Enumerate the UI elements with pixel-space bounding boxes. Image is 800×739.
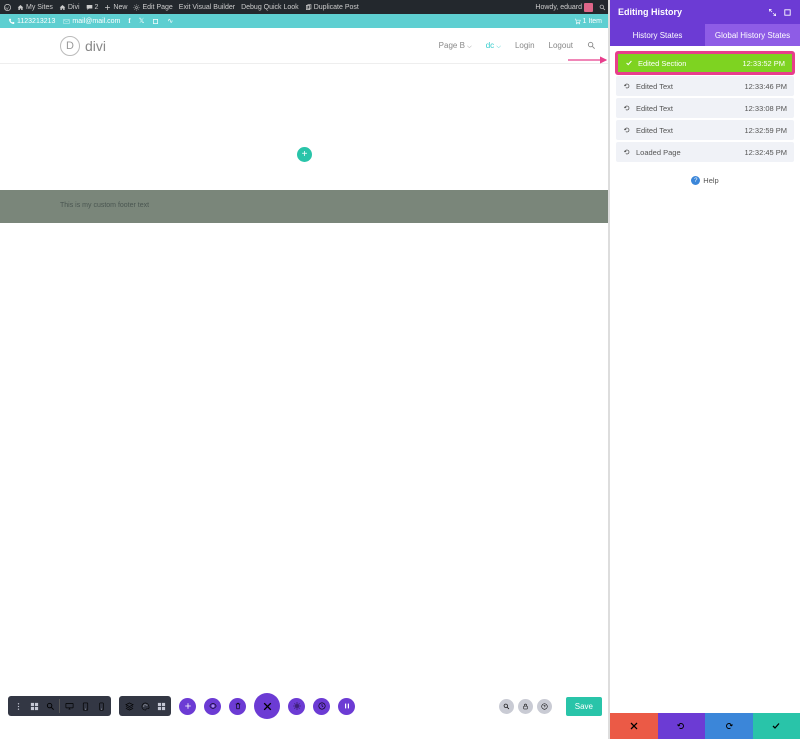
view-mode-group: [8, 696, 111, 716]
panel-title: Editing History: [618, 7, 682, 17]
instagram-icon[interactable]: [152, 18, 159, 25]
wireframe-view-button[interactable]: [27, 699, 41, 713]
lock-button[interactable]: [518, 699, 533, 714]
history-list: Edited Section 12:33:52 PM Edited Text 12:3…: [610, 46, 800, 168]
history-label: Edited Text: [636, 126, 673, 135]
settings-button[interactable]: [288, 698, 305, 715]
undo-button[interactable]: [658, 713, 706, 739]
confirm-button[interactable]: [753, 713, 800, 739]
find-button[interactable]: [499, 699, 514, 714]
tab-global-history-states[interactable]: Global History States: [705, 24, 800, 46]
undo-icon: [623, 104, 631, 112]
zoom-view-button[interactable]: [43, 699, 57, 713]
check-icon: [625, 59, 633, 67]
undo-icon: [623, 82, 631, 90]
cart-link[interactable]: 1 Item: [574, 18, 602, 25]
phone-info: 1123213213: [8, 18, 55, 25]
panel-tabs: History States Global History States: [610, 24, 800, 46]
email-info: mail@mail.com: [63, 18, 120, 25]
undo-icon: [623, 148, 631, 156]
layers-group: [119, 696, 171, 716]
pause-button[interactable]: [338, 698, 355, 715]
history-item[interactable]: Loaded Page 12:32:45 PM: [616, 142, 794, 162]
drag-handle-icon[interactable]: [11, 699, 25, 713]
comments-link[interactable]: 2: [86, 4, 99, 11]
primary-nav: Page B ⌵ dc ⌵ Login Logout: [439, 41, 596, 51]
layers-button[interactable]: [122, 699, 136, 713]
list-button[interactable]: [154, 699, 168, 713]
history-item[interactable]: Edited Text 12:33:08 PM: [616, 98, 794, 118]
duplicate-post-link[interactable]: Duplicate Post: [305, 4, 359, 11]
history-item[interactable]: Edited Text 12:33:46 PM: [616, 76, 794, 96]
history-time: 12:32:45 PM: [744, 148, 787, 157]
tablet-view-button[interactable]: [78, 699, 92, 713]
panel-header: Editing History: [610, 0, 800, 24]
undo-icon: [623, 126, 631, 134]
wp-admin-bar: My Sites Divi 2 New Edit Page Exit Visua…: [0, 0, 610, 14]
nav-login[interactable]: Login: [515, 41, 535, 50]
x-icon[interactable]: 𝕏: [139, 17, 145, 25]
nav-logout[interactable]: Logout: [549, 41, 573, 50]
site-link[interactable]: Divi: [59, 4, 80, 11]
site-header: D divi Page B ⌵ dc ⌵ Login Logout: [0, 28, 610, 64]
desktop-view-button[interactable]: [62, 699, 76, 713]
rss-icon[interactable]: ∿: [167, 17, 173, 25]
trash-button[interactable]: [229, 698, 246, 715]
nav-dc[interactable]: dc ⌵: [486, 41, 501, 51]
wp-logo-icon[interactable]: [4, 4, 11, 11]
mobile-view-button[interactable]: [94, 699, 108, 713]
builder-bottom-toolbar: Save: [0, 689, 610, 723]
history-item[interactable]: Edited Section 12:33:52 PM: [616, 52, 794, 74]
nav-search-icon[interactable]: [587, 41, 596, 50]
history-time: 12:33:08 PM: [744, 104, 787, 113]
logo-text: divi: [85, 38, 106, 54]
close-builder-button[interactable]: [254, 693, 280, 719]
annotation-arrow-icon: [566, 54, 610, 66]
snap-panel-icon[interactable]: [783, 8, 792, 17]
history-button[interactable]: [313, 698, 330, 715]
exit-vb-link[interactable]: Exit Visual Builder: [179, 4, 235, 11]
history-item[interactable]: Edited Text 12:32:59 PM: [616, 120, 794, 140]
footer-strip[interactable]: This is my custom footer text: [0, 190, 610, 223]
history-time: 12:32:59 PM: [744, 126, 787, 135]
avatar-icon: [584, 3, 593, 12]
history-time: 12:33:46 PM: [744, 82, 787, 91]
preview-button[interactable]: [204, 698, 221, 715]
redo-button[interactable]: [705, 713, 753, 739]
logo-icon: D: [60, 36, 80, 56]
site-logo[interactable]: D divi: [60, 36, 106, 56]
save-button[interactable]: Save: [566, 697, 602, 716]
edit-page-link[interactable]: Edit Page: [133, 4, 172, 11]
history-label: Loaded Page: [636, 148, 681, 157]
history-label: Edited Section: [638, 59, 686, 68]
editing-history-panel: Editing History History States Global Hi…: [610, 0, 800, 739]
panel-footer: [610, 713, 800, 739]
history-label: Edited Text: [636, 82, 673, 91]
help-button[interactable]: [537, 699, 552, 714]
history-label: Edited Text: [636, 104, 673, 113]
debug-link[interactable]: Debug Quick Look: [241, 4, 299, 11]
search-icon[interactable]: [599, 4, 606, 11]
expand-panel-icon[interactable]: [768, 8, 777, 17]
add-button[interactable]: [179, 698, 196, 715]
facebook-icon[interactable]: f: [128, 17, 130, 25]
nav-page-b[interactable]: Page B ⌵: [439, 41, 472, 51]
tab-history-states[interactable]: History States: [610, 24, 705, 46]
my-sites-link[interactable]: My Sites: [17, 4, 53, 11]
history-time: 12:33:52 PM: [742, 59, 785, 68]
discard-button[interactable]: [610, 713, 658, 739]
palette-button[interactable]: [138, 699, 152, 713]
new-link[interactable]: New: [104, 4, 127, 11]
howdy-user[interactable]: Howdy, eduard: [535, 3, 593, 12]
top-info-bar: 1123213213 mail@mail.com f 𝕏 ∿ 1 Item: [0, 14, 610, 28]
help-icon: ?: [691, 176, 700, 185]
add-section-button[interactable]: +: [297, 147, 312, 162]
builder-canvas: + This is my custom footer text: [0, 64, 610, 723]
help-link[interactable]: ? Help: [610, 168, 800, 193]
